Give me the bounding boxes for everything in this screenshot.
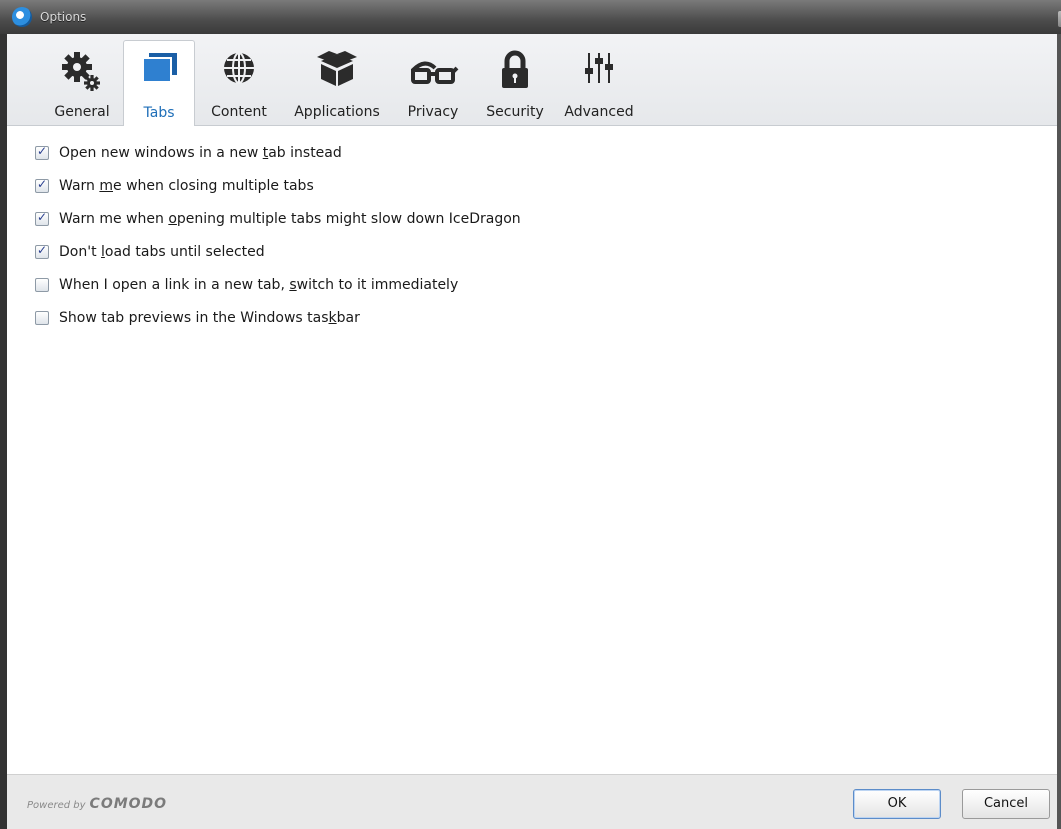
- tab-label: Advanced: [564, 104, 634, 120]
- tab-label: General: [54, 104, 110, 120]
- option-open-new-windows-in-tab[interactable]: Open new windows in a new tab instead: [35, 143, 342, 163]
- tabs-icon: [142, 53, 177, 83]
- tab-security[interactable]: Security: [479, 40, 551, 126]
- dialog-footer: Powered by COMODO OK Cancel: [7, 774, 1057, 829]
- option-switch-to-new-tab-immediately[interactable]: When I open a link in a new tab, switch …: [35, 275, 458, 295]
- option-warn-opening-multiple-tabs[interactable]: Warn me when opening multiple tabs might…: [35, 209, 521, 229]
- tabs-settings-panel: Open new windows in a new tab instead Wa…: [7, 126, 1057, 774]
- option-label: Don't load tabs until selected: [59, 244, 265, 260]
- gear-icon: [62, 52, 100, 91]
- ok-button[interactable]: OK: [853, 789, 941, 819]
- tab-applications[interactable]: Applications: [287, 40, 387, 126]
- tab-label: Applications: [294, 104, 380, 120]
- checkbox[interactable]: [35, 311, 49, 325]
- lock-icon: [502, 50, 528, 88]
- option-dont-load-tabs-until-selected[interactable]: Don't load tabs until selected: [35, 242, 265, 262]
- option-label: Warn me when closing multiple tabs: [59, 178, 314, 194]
- options-window: Options ✕: [0, 0, 1061, 829]
- checkbox[interactable]: [35, 144, 49, 160]
- powered-by-comodo-logo: Powered by COMODO: [27, 796, 168, 812]
- box-icon: [317, 51, 357, 86]
- sliders-icon: [585, 53, 613, 83]
- checkbox[interactable]: [35, 243, 49, 259]
- option-label: Warn me when opening multiple tabs might…: [59, 211, 521, 227]
- option-warn-closing-multiple-tabs[interactable]: Warn me when closing multiple tabs: [35, 176, 314, 196]
- checkbox[interactable]: [35, 177, 49, 193]
- globe-icon: [224, 52, 254, 84]
- option-show-tab-previews-taskbar[interactable]: Show tab previews in the Windows taskbar: [35, 308, 360, 328]
- option-label: Open new windows in a new tab instead: [59, 145, 342, 161]
- cancel-button[interactable]: Cancel: [962, 789, 1050, 819]
- preferences-toolbar: General Tabs Content Applications Privac…: [7, 34, 1057, 127]
- window-title: Options: [40, 10, 87, 24]
- checkbox[interactable]: [35, 278, 49, 292]
- tab-advanced[interactable]: Advanced: [559, 40, 639, 126]
- tab-label: Content: [211, 104, 267, 120]
- option-label: When I open a link in a new tab, switch …: [59, 277, 459, 293]
- tab-label: Security: [486, 104, 544, 120]
- tab-content[interactable]: Content: [203, 40, 275, 126]
- tab-privacy[interactable]: Privacy: [395, 40, 471, 126]
- title-bar[interactable]: Options ✕: [0, 0, 1061, 34]
- option-label: Show tab previews in the Windows taskbar: [59, 310, 360, 326]
- glasses-icon: [411, 61, 459, 84]
- tab-general[interactable]: General: [47, 40, 117, 126]
- checkbox[interactable]: [35, 210, 49, 226]
- icedragon-logo-icon: [12, 7, 32, 27]
- tab-label: Tabs: [143, 105, 175, 121]
- tab-tabs[interactable]: Tabs: [123, 40, 195, 127]
- tab-label: Privacy: [407, 104, 459, 120]
